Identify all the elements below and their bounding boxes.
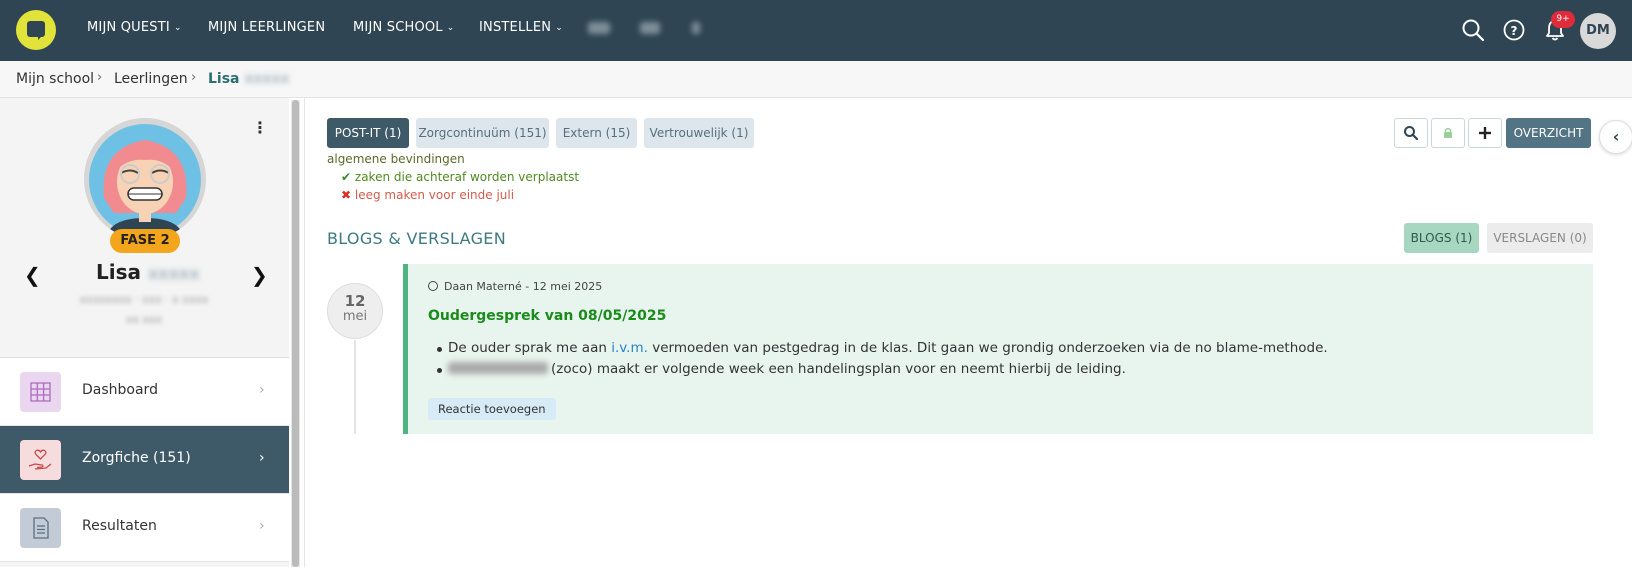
user-avatar[interactable]: DM [1580,13,1616,49]
blurred-name [448,362,548,374]
notification-badge: 9+ [1551,11,1575,28]
breadcrumb-separator-icon: › [191,70,197,85]
nav-mijn-school[interactable]: MIJN SCHOOL ⌄ [353,20,455,35]
section-title: BLOGS & VERSLAGEN [327,229,506,248]
student-name: Lisa xxxxx [96,260,200,284]
nav-item-hidden[interactable] [640,22,660,34]
chevron-right-icon: › [259,382,265,398]
lock-icon [1444,127,1452,138]
help-icon[interactable]: ? [1501,17,1527,43]
lock-button[interactable] [1431,118,1465,148]
postit-title: algemene bevindingen [327,152,465,166]
more-options-icon[interactable]: ⋮ [252,118,268,137]
next-student-icon[interactable]: ❯ [251,263,268,287]
student-details-blurred: xxxxxxxx · xxx · x xxxx xx xxx [79,293,209,326]
scrollbar-thumb[interactable] [292,100,299,567]
collapse-panel-icon[interactable]: ‹ [1599,120,1632,154]
blog-date: 12 mei [327,283,383,339]
sidebar-item-zorgfiche[interactable]: Zorgfiche (151) › [0,426,289,494]
search-icon [1404,126,1419,141]
cross-icon: ✖ [341,188,352,202]
blurred-surname: xxxxx [147,264,200,283]
breadcrumb-mijn-school[interactable]: Mijn school [16,71,94,87]
blog-entry: Daan Materné - 12 mei 2025 Oudergesprek … [403,264,1593,434]
chevron-right-icon: › [259,450,265,466]
blog-meta: Daan Materné - 12 mei 2025 [428,280,602,293]
panel-divider [304,98,305,567]
hand-heart-icon [20,440,61,480]
verslagen-button[interactable]: VERSLAGEN (0) [1487,223,1593,253]
tab-post-it[interactable]: POST-IT (1) [327,118,409,148]
nav-item-hidden[interactable] [588,22,610,34]
sidebar-scrollbar[interactable] [291,100,300,567]
tab-zorgcontinuum[interactable]: Zorgcontinuüm (151) [416,118,549,148]
chevron-down-icon: ⌄ [446,23,455,33]
tab-extern[interactable]: Extern (15) [556,118,637,148]
tab-vertrouwelijk[interactable]: Vertrouwelijk (1) [644,118,754,148]
add-reaction-button[interactable]: Reactie toevoegen [428,398,556,420]
chevron-right-icon: › [259,518,265,534]
blog-title[interactable]: Oudergesprek van 08/05/2025 [428,308,666,324]
chevron-down-icon: ⌄ [555,23,563,33]
sidebar-item-label: Resultaten [82,518,157,534]
student-avatar [84,118,206,240]
fase-badge: FASE 2 [110,229,180,253]
abbr-link[interactable]: i.v.m. [611,340,648,356]
add-button[interactable] [1468,118,1502,148]
checkmark-icon: ✔ [341,170,352,184]
blurred-surname: xxxxx [244,71,290,87]
blog-bullet: (zoco) maakt er volgende week een handel… [437,361,1126,377]
chevron-down-icon: ⌄ [173,23,182,33]
sidebar-item-label: Zorgfiche (151) [82,450,191,466]
top-navbar: MIJN QUESTI ⌄ MIJN LEERLINGEN MIJN SCHOOL… [0,0,1632,61]
app-logo[interactable] [16,10,56,50]
clock-icon [428,281,438,291]
blogs-button[interactable]: BLOGS (1) [1404,223,1479,253]
timeline-line [354,340,356,434]
svg-text:?: ? [1511,24,1518,38]
nav-item-hidden[interactable] [692,22,700,34]
nav-mijn-leerlingen[interactable]: MIJN LEERLINGEN [208,20,325,35]
breadcrumb-current: Lisa xxxxx [208,71,290,87]
plus-icon [1479,127,1491,139]
previous-student-icon[interactable]: ❮ [24,263,41,287]
nav-instellen[interactable]: INSTELLEN ⌄ [479,20,563,35]
postit-item: ✔ zaken die achteraf worden verplaatst [341,170,580,184]
grid-icon [20,372,61,412]
breadcrumb-separator-icon: › [97,70,103,85]
overzicht-button[interactable]: OVERZICHT [1506,118,1591,148]
nav-mijn-questi[interactable]: MIJN QUESTI ⌄ [87,20,182,35]
breadcrumb: Mijn school › Leerlingen › Lisa xxxxx [0,61,1632,98]
sidebar-item-resultaten[interactable]: Resultaten › [0,494,289,562]
sidebar-item-dashboard[interactable]: Dashboard › [0,358,289,426]
search-icon[interactable] [1460,17,1486,43]
blog-bullet: De ouder sprak me aan i.v.m. vermoeden v… [437,340,1328,356]
sidebar-item-label: Dashboard [82,382,158,398]
postit-item: ✖ leeg maken voor einde juli [341,188,515,202]
search-button[interactable] [1394,118,1428,148]
breadcrumb-leerlingen[interactable]: Leerlingen [114,71,188,87]
document-icon [20,508,61,548]
